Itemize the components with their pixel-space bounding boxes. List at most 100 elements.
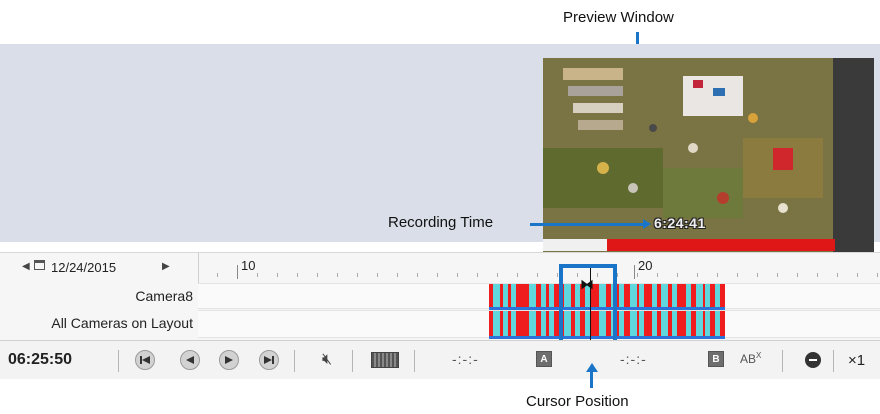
motion-stripe: [541, 311, 546, 337]
clear-ab-button[interactable]: ABX: [740, 351, 761, 366]
right-triangle-icon[interactable]: ▶: [162, 261, 170, 272]
ruler-major-tick: [634, 265, 635, 279]
filmstrip-icon[interactable]: [371, 352, 399, 368]
recording-time-arrowhead: [643, 219, 651, 229]
motion-stripe: [715, 311, 720, 337]
divider: [352, 350, 353, 372]
recording-time-overlay: 6:24:41: [654, 215, 706, 231]
motion-stripe: [696, 284, 703, 308]
track-all-cameras[interactable]: [198, 310, 880, 339]
cursor-position-pointer: [590, 370, 593, 388]
cursor-position-highlight: [559, 264, 617, 344]
play-icon[interactable]: [219, 350, 239, 370]
calendar-icon[interactable]: [34, 260, 45, 270]
ruler-tick: [377, 273, 378, 277]
motion-stripe: [511, 284, 516, 308]
ruler-tick: [397, 273, 398, 277]
mark-b-time: -:-:-: [620, 351, 647, 367]
preview-progress-fill: [607, 239, 835, 251]
divider: [414, 350, 415, 372]
ruler-tick: [857, 273, 858, 277]
ruler-tick: [757, 273, 758, 277]
skip-back-icon[interactable]: [135, 350, 155, 370]
motion-stripe: [715, 284, 720, 308]
time-ruler[interactable]: 10 20: [198, 253, 880, 283]
playback-controls: 06:25:50 🔇︎ -:-:- A -:-:- B ABX ×1: [0, 340, 880, 379]
mute-icon[interactable]: 🔇︎: [322, 351, 332, 369]
motion-stripe: [661, 284, 668, 308]
ruler-tick: [277, 273, 278, 277]
motion-stripe: [661, 311, 668, 337]
timeline: ◀ 12/24/2015 ▶ 10 20 Camera8 All Cameras …: [0, 252, 880, 341]
motion-stripe: [511, 311, 516, 337]
preview-progress-bar: [543, 239, 835, 251]
motion-stripe: [549, 311, 554, 337]
ruler-tick: [637, 273, 638, 277]
motion-stripe: [672, 311, 677, 337]
ruler-tick: [877, 273, 878, 277]
stop-icon[interactable]: [805, 352, 821, 368]
motion-stripe: [493, 311, 500, 337]
skip-forward-icon[interactable]: [259, 350, 279, 370]
ruler-tick: [677, 273, 678, 277]
recording-time-pointer: [530, 223, 647, 226]
divider: [833, 350, 834, 372]
track-label-camera8: Camera8: [135, 288, 193, 304]
divider: [118, 350, 119, 372]
track-label-all-cameras: All Cameras on Layout: [51, 315, 193, 331]
motion-stripe: [619, 284, 624, 308]
motion-stripe: [652, 311, 657, 337]
ruler-tick: [297, 273, 298, 277]
ruler-label: 20: [638, 258, 653, 273]
ruler-tick: [797, 273, 798, 277]
ruler-major-tick: [237, 265, 238, 279]
motion-stripe: [639, 311, 644, 337]
preview-window-callout: Preview Window: [563, 9, 674, 26]
ruler-tick: [557, 273, 558, 277]
motion-stripe: [686, 284, 691, 308]
ruler-tick: [457, 273, 458, 277]
motion-stripe: [549, 284, 554, 308]
ruler-tick: [517, 273, 518, 277]
preview-side-panel: [833, 58, 874, 252]
motion-stripe: [493, 284, 500, 308]
motion-stripe: [529, 284, 536, 308]
motion-stripe: [696, 311, 703, 337]
ruler-tick: [777, 273, 778, 277]
mark-a-button[interactable]: A: [536, 351, 552, 367]
motion-stripe: [672, 284, 677, 308]
mark-b-button[interactable]: B: [708, 351, 724, 367]
motion-stripe: [705, 311, 710, 337]
date-label[interactable]: 12/24/2015: [51, 260, 116, 275]
recording-time-callout: Recording Time: [388, 214, 494, 231]
ruler-tick: [417, 273, 418, 277]
motion-stripe: [639, 284, 644, 308]
step-back-icon[interactable]: [180, 350, 200, 370]
track-camera8[interactable]: [198, 283, 880, 310]
ruler-tick: [317, 273, 318, 277]
ruler-tick: [357, 273, 358, 277]
motion-stripe: [630, 311, 637, 337]
ruler-tick: [537, 273, 538, 277]
playback-speed[interactable]: ×1: [848, 352, 865, 369]
ruler-tick: [817, 273, 818, 277]
motion-stripe: [503, 311, 508, 337]
date-navigator: ◀ 12/24/2015 ▶: [0, 253, 196, 283]
ruler-tick: [617, 273, 618, 277]
motion-stripe: [529, 311, 536, 337]
ruler-tick: [337, 273, 338, 277]
motion-stripe: [630, 284, 637, 308]
ruler-label: 10: [241, 258, 256, 273]
motion-stripe: [652, 284, 657, 308]
ruler-tick: [477, 273, 478, 277]
ruler-tick: [697, 273, 698, 277]
ruler-tick: [257, 273, 258, 277]
mark-a-time: -:-:-: [452, 351, 479, 367]
ruler-tick: [497, 273, 498, 277]
current-time: 06:25:50: [8, 351, 73, 368]
ab-label: AB: [740, 352, 757, 366]
left-triangle-icon[interactable]: ◀: [22, 261, 30, 272]
ruler-tick: [837, 273, 838, 277]
ab-sup: X: [756, 351, 762, 360]
motion-stripe: [686, 311, 691, 337]
